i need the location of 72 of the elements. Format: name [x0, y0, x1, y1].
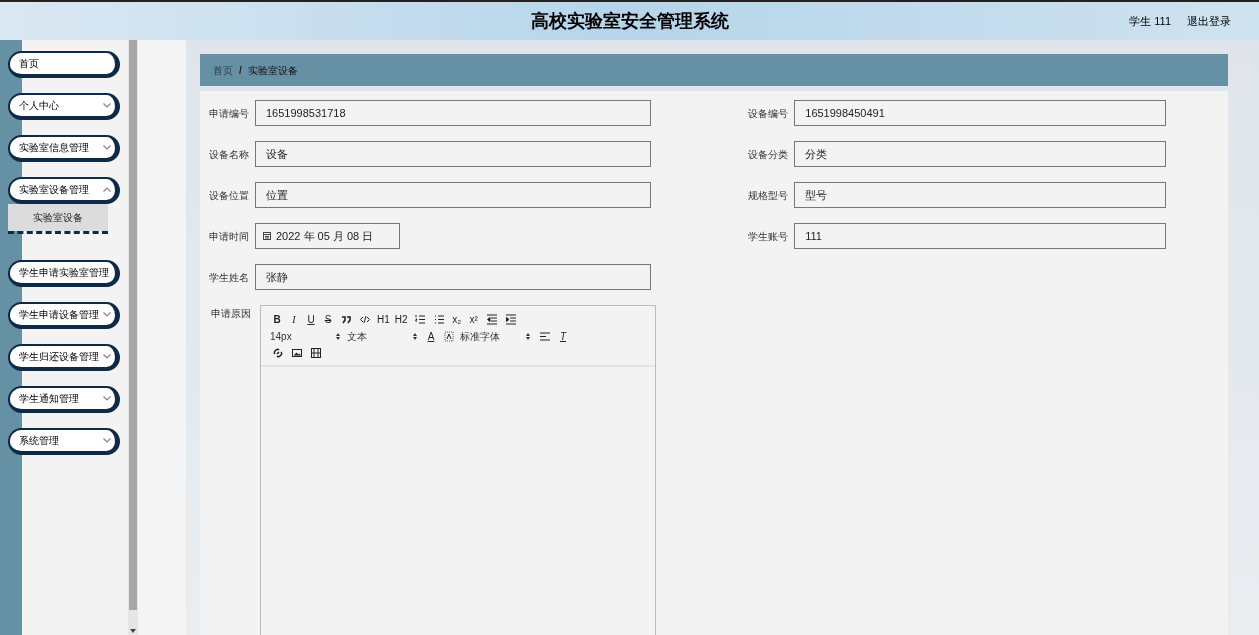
scrollbar-thumb[interactable]	[129, 40, 137, 610]
field-label: 设备分类	[747, 147, 790, 162]
submenu-item[interactable]: 实验室设备	[8, 204, 108, 231]
input-field[interactable]: 位置	[255, 182, 651, 208]
chevron-down-icon	[103, 438, 111, 443]
rich-text-editor[interactable]: B I U S H1 H2 x₂ x² 14px 文本 A 标准字体 T	[260, 305, 656, 635]
breadcrumb-link[interactable]: 实验室设备	[247, 62, 298, 78]
chevron-up-icon	[103, 187, 111, 192]
app-title: 高校实验室安全管理系统	[530, 9, 729, 33]
field-label: 申请编号	[208, 106, 250, 121]
updown-caret-icon	[526, 332, 530, 340]
field-label: 设备编号	[747, 106, 790, 121]
outdent-icon[interactable]	[486, 313, 497, 325]
toolbar-button[interactable]: B	[270, 311, 284, 327]
updown-caret-icon	[413, 332, 417, 340]
calendar-icon	[263, 232, 271, 240]
user-name: 学生 111	[1129, 13, 1171, 29]
chevron-down-icon	[103, 103, 111, 108]
menu-item[interactable]: 学生申请设备管理	[8, 302, 120, 329]
input-field[interactable]: 型号	[794, 182, 1166, 208]
font-select[interactable]: 14px	[270, 328, 344, 344]
menu-item[interactable]: 学生申请实验室管理	[8, 260, 120, 287]
film-icon[interactable]	[311, 347, 321, 359]
scroll-down-icon[interactable]	[130, 629, 136, 633]
chevron-down-icon	[103, 396, 111, 401]
numbered-list-icon[interactable]	[414, 313, 425, 325]
font-select[interactable]: 文本	[347, 328, 421, 344]
font-select[interactable]: 标准字体	[460, 328, 534, 344]
logout-link[interactable]: 退出登录	[1187, 12, 1231, 30]
field-label: 申请时间	[208, 229, 250, 244]
toolbar-button[interactable]: U	[304, 311, 318, 327]
field-label: 规格型号	[747, 188, 790, 203]
breadcrumb-separator: /	[239, 63, 242, 78]
chevron-down-icon	[103, 354, 111, 359]
field-label: 设备位置	[208, 188, 250, 203]
indent-icon[interactable]	[505, 313, 516, 325]
toolbar-button[interactable]: H2	[393, 311, 409, 327]
chevron-down-icon	[103, 145, 111, 150]
toolbar-button[interactable]: S	[321, 311, 335, 327]
input-field[interactable]: 张静	[255, 264, 651, 290]
field-label: 学生姓名	[208, 270, 250, 285]
toolbar-button[interactable]: T	[556, 328, 570, 344]
menu-item[interactable]: 系统管理	[8, 428, 120, 455]
toolbar-button[interactable]: I	[287, 311, 301, 327]
menu-item[interactable]: 个人中心	[8, 93, 120, 120]
image-icon[interactable]	[292, 347, 302, 359]
highlight-icon[interactable]	[444, 330, 454, 342]
input-field[interactable]: 111	[794, 223, 1166, 249]
input-field[interactable]: 分类	[794, 141, 1166, 167]
quote-icon[interactable]	[341, 313, 351, 325]
menu-item[interactable]: 学生通知管理	[8, 386, 120, 413]
field-label: 学生账号	[747, 229, 790, 244]
toolbar-button[interactable]: x²	[466, 311, 481, 327]
field-label: 设备名称	[208, 147, 250, 162]
toolbar-button[interactable]: H1	[376, 311, 391, 327]
code-icon[interactable]	[360, 313, 370, 325]
bullet-list-icon[interactable]	[433, 313, 444, 325]
menu-item[interactable]: 实验室设备管理	[8, 177, 120, 204]
toolbar-button[interactable]: A	[424, 328, 438, 344]
menu-item[interactable]: 学生归还设备管理	[8, 344, 120, 371]
input-field[interactable]: 1651998531718	[255, 100, 651, 126]
input-field[interactable]: 1651998450491	[794, 100, 1166, 126]
updown-caret-icon	[336, 332, 340, 340]
link-icon[interactable]	[273, 347, 283, 359]
chevron-down-icon	[103, 312, 111, 317]
align-icon[interactable]	[540, 330, 550, 342]
date-field[interactable]: 2022 年 05 月 08 日	[255, 223, 400, 249]
menu-item[interactable]: 首页	[8, 51, 120, 78]
menu-item[interactable]: 实验室信息管理	[8, 135, 120, 162]
field-label: 申请原因	[210, 307, 252, 321]
toolbar-button[interactable]: x₂	[449, 311, 464, 327]
input-field[interactable]: 设备	[255, 141, 651, 167]
